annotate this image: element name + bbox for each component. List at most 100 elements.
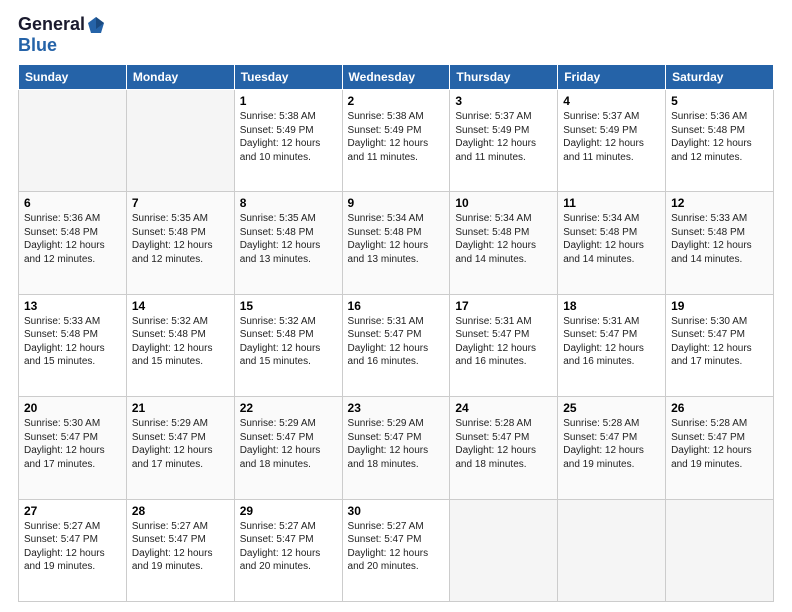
calendar-cell: 14Sunrise: 5:32 AMSunset: 5:48 PMDayligh…: [126, 294, 234, 396]
day-number: 29: [240, 504, 337, 518]
day-info: Sunrise: 5:29 AMSunset: 5:47 PMDaylight:…: [240, 417, 337, 471]
day-info: Sunrise: 5:27 AMSunset: 5:47 PMDaylight:…: [24, 520, 121, 574]
day-number: 12: [671, 196, 768, 210]
calendar-cell: 3 Sunrise: 5:37 AMSunset: 5:49 PMDaylight…: [450, 90, 558, 192]
calendar-day-header: Tuesday: [234, 65, 342, 90]
day-info: Sunrise: 5:28 AMSunset: 5:47 PMDaylight:…: [455, 417, 552, 471]
calendar-day-header: Monday: [126, 65, 234, 90]
calendar-cell: [450, 499, 558, 601]
day-info: Sunrise: 5:36 AMSunset: 5:48 PMDaylight:…: [671, 110, 768, 164]
day-info: Sunrise: 5:30 AMSunset: 5:47 PMDaylight:…: [671, 315, 768, 369]
day-number: 25: [563, 401, 660, 415]
calendar-cell: 12 Sunrise: 5:33 AMSunset: 5:48 PMDayligh…: [666, 192, 774, 294]
calendar-cell: 13 Sunrise: 5:33 AMSunset: 5:48 PMDayligh…: [19, 294, 127, 396]
calendar-cell: [558, 499, 666, 601]
calendar-cell: 1 Sunrise: 5:38 AMSunset: 5:49 PMDaylight…: [234, 90, 342, 192]
calendar-cell: 25 Sunrise: 5:28 AMSunset: 5:47 PMDayligh…: [558, 397, 666, 499]
day-info: Sunrise: 5:31 AMSunset: 5:47 PMDaylight:…: [563, 315, 660, 369]
calendar-day-header: Wednesday: [342, 65, 450, 90]
day-number: 2: [348, 94, 445, 108]
calendar-cell: 29 Sunrise: 5:27 AMSunset: 5:47 PMDayligh…: [234, 499, 342, 601]
calendar-cell: 19 Sunrise: 5:30 AMSunset: 5:47 PMDayligh…: [666, 294, 774, 396]
day-number: 3: [455, 94, 552, 108]
day-info: Sunrise: 5:33 AMSunset: 5:48 PMDaylight:…: [671, 212, 768, 266]
calendar-cell: 15 Sunrise: 5:32 AMSunset: 5:48 PMDayligh…: [234, 294, 342, 396]
day-info: Sunrise: 5:32 AMSunset: 5:48 PMDaylight:…: [240, 315, 337, 369]
calendar-cell: 24 Sunrise: 5:28 AMSunset: 5:47 PMDayligh…: [450, 397, 558, 499]
calendar-cell: 16 Sunrise: 5:31 AMSunset: 5:47 PMDayligh…: [342, 294, 450, 396]
day-info: Sunrise: 5:36 AMSunset: 5:48 PMDaylight:…: [24, 212, 121, 266]
day-number: 7: [132, 196, 229, 210]
day-info: Sunrise: 5:38 AMSunset: 5:49 PMDaylight:…: [240, 110, 337, 164]
calendar-cell: 2 Sunrise: 5:38 AMSunset: 5:49 PMDaylight…: [342, 90, 450, 192]
calendar-cell: 4Sunrise: 5:37 AMSunset: 5:49 PMDaylight…: [558, 90, 666, 192]
calendar-week-row: 27 Sunrise: 5:27 AMSunset: 5:47 PMDayligh…: [19, 499, 774, 601]
calendar-week-row: 20 Sunrise: 5:30 AMSunset: 5:47 PMDayligh…: [19, 397, 774, 499]
day-info: Sunrise: 5:29 AMSunset: 5:47 PMDaylight:…: [132, 417, 229, 471]
calendar-cell: [19, 90, 127, 192]
day-number: 5: [671, 94, 768, 108]
day-number: 26: [671, 401, 768, 415]
calendar-cell: 10Sunrise: 5:34 AMSunset: 5:48 PMDayligh…: [450, 192, 558, 294]
day-info: Sunrise: 5:38 AMSunset: 5:49 PMDaylight:…: [348, 110, 445, 164]
calendar-day-header: Sunday: [19, 65, 127, 90]
day-number: 24: [455, 401, 552, 415]
day-number: 27: [24, 504, 121, 518]
day-info: Sunrise: 5:33 AMSunset: 5:48 PMDaylight:…: [24, 315, 121, 369]
day-number: 30: [348, 504, 445, 518]
day-number: 1: [240, 94, 337, 108]
day-info: Sunrise: 5:30 AMSunset: 5:47 PMDaylight:…: [24, 417, 121, 471]
calendar-cell: 23Sunrise: 5:29 AMSunset: 5:47 PMDayligh…: [342, 397, 450, 499]
day-number: 20: [24, 401, 121, 415]
calendar-cell: 27 Sunrise: 5:27 AMSunset: 5:47 PMDayligh…: [19, 499, 127, 601]
calendar-cell: 5 Sunrise: 5:36 AMSunset: 5:48 PMDaylight…: [666, 90, 774, 192]
day-info: Sunrise: 5:34 AMSunset: 5:48 PMDaylight:…: [348, 212, 445, 266]
day-number: 16: [348, 299, 445, 313]
calendar-header-row: SundayMondayTuesdayWednesdayThursdayFrid…: [19, 65, 774, 90]
day-info: Sunrise: 5:31 AMSunset: 5:47 PMDaylight:…: [348, 315, 445, 369]
calendar-cell: 22 Sunrise: 5:29 AMSunset: 5:47 PMDayligh…: [234, 397, 342, 499]
calendar-day-header: Thursday: [450, 65, 558, 90]
calendar-day-header: Saturday: [666, 65, 774, 90]
calendar-cell: 7 Sunrise: 5:35 AMSunset: 5:48 PMDaylight…: [126, 192, 234, 294]
calendar-cell: 20 Sunrise: 5:30 AMSunset: 5:47 PMDayligh…: [19, 397, 127, 499]
logo-blue: Blue: [18, 35, 57, 55]
calendar-cell: 17 Sunrise: 5:31 AMSunset: 5:47 PMDayligh…: [450, 294, 558, 396]
day-info: Sunrise: 5:34 AMSunset: 5:48 PMDaylight:…: [455, 212, 552, 266]
day-info: Sunrise: 5:37 AMSunset: 5:49 PMDaylight:…: [455, 110, 552, 164]
calendar-week-row: 13 Sunrise: 5:33 AMSunset: 5:48 PMDayligh…: [19, 294, 774, 396]
calendar-cell: [126, 90, 234, 192]
day-info: Sunrise: 5:31 AMSunset: 5:47 PMDaylight:…: [455, 315, 552, 369]
day-info: Sunrise: 5:27 AMSunset: 5:47 PMDaylight:…: [132, 520, 229, 574]
day-number: 23: [348, 401, 445, 415]
logo-icon: [86, 15, 106, 35]
calendar-day-header: Friday: [558, 65, 666, 90]
day-number: 17: [455, 299, 552, 313]
day-info: Sunrise: 5:28 AMSunset: 5:47 PMDaylight:…: [671, 417, 768, 471]
day-info: Sunrise: 5:35 AMSunset: 5:48 PMDaylight:…: [132, 212, 229, 266]
header: General Blue: [18, 14, 774, 56]
page: General Blue SundayMondayTuesdayWednesda…: [0, 0, 792, 612]
calendar-week-row: 1 Sunrise: 5:38 AMSunset: 5:49 PMDaylight…: [19, 90, 774, 192]
day-info: Sunrise: 5:28 AMSunset: 5:47 PMDaylight:…: [563, 417, 660, 471]
calendar-cell: 6Sunrise: 5:36 AMSunset: 5:48 PMDaylight…: [19, 192, 127, 294]
calendar-cell: 21 Sunrise: 5:29 AMSunset: 5:47 PMDayligh…: [126, 397, 234, 499]
day-number: 21: [132, 401, 229, 415]
day-info: Sunrise: 5:35 AMSunset: 5:48 PMDaylight:…: [240, 212, 337, 266]
day-number: 19: [671, 299, 768, 313]
day-number: 22: [240, 401, 337, 415]
day-number: 28: [132, 504, 229, 518]
day-number: 9: [348, 196, 445, 210]
day-number: 18: [563, 299, 660, 313]
day-info: Sunrise: 5:32 AMSunset: 5:48 PMDaylight:…: [132, 315, 229, 369]
logo: General Blue: [18, 14, 107, 56]
calendar-week-row: 6Sunrise: 5:36 AMSunset: 5:48 PMDaylight…: [19, 192, 774, 294]
calendar-cell: [666, 499, 774, 601]
logo-general: General: [18, 14, 85, 35]
calendar-cell: 30Sunrise: 5:27 AMSunset: 5:47 PMDayligh…: [342, 499, 450, 601]
day-number: 13: [24, 299, 121, 313]
day-number: 8: [240, 196, 337, 210]
calendar-cell: 11Sunrise: 5:34 AMSunset: 5:48 PMDayligh…: [558, 192, 666, 294]
day-number: 15: [240, 299, 337, 313]
day-info: Sunrise: 5:27 AMSunset: 5:47 PMDaylight:…: [240, 520, 337, 574]
